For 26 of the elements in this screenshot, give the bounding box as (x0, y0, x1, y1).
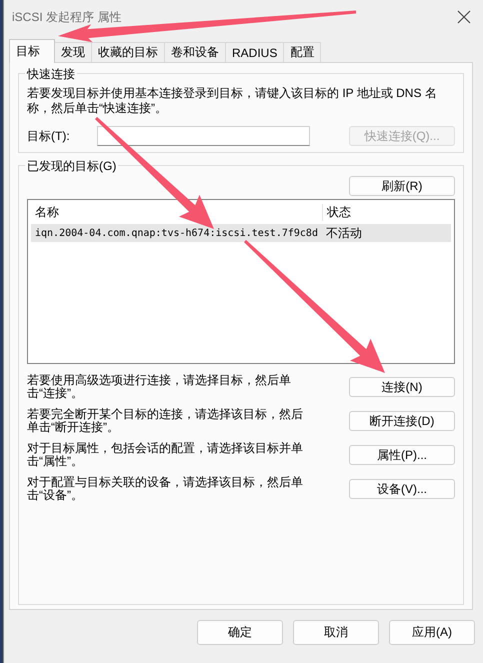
description-text: 对于配置与目标关联的设备，请选择该目标，然后单击“设备”。 (27, 476, 304, 502)
tab[interactable]: 配置 (283, 42, 322, 62)
tab[interactable]: 目标 (9, 39, 55, 63)
refresh-button[interactable]: 刷新(R) (349, 176, 455, 196)
column-header[interactable]: 名称 (31, 204, 322, 220)
table-cell-text: iqn.2004-04.com.qnap:tvs-h674:iscsi.test.7f9c8d (34, 228, 319, 238)
dialog-button[interactable]: 取消 (293, 620, 379, 645)
description-text: 对于目标属性，包括会话的配置，请选择该目标并单击“属性”。 (27, 442, 304, 468)
field-label: 目标(T): (27, 128, 71, 144)
action-button[interactable]: 属性(P)... (349, 445, 455, 465)
dialog-button[interactable]: 应用(A) (389, 620, 475, 645)
list-row[interactable]: iqn.2004-04.com.qnap:tvs-h674:iscsi.test.7f9c8d 不活动 (31, 224, 451, 242)
description-text: 若要完全断开某个目标的连接，请选择该目标，然后单击“断开连接”。 (27, 408, 304, 434)
close-icon[interactable] (457, 10, 471, 24)
column-header[interactable]: 状态 (322, 204, 451, 220)
action-button[interactable]: 断开连接(D) (349, 411, 455, 431)
action-button[interactable]: 设备(V)... (349, 479, 455, 499)
window-title: iSCSI 发起程序 属性 (12, 8, 122, 26)
group-title: 已发现的目标(G) (25, 158, 118, 175)
group-title: 快速连接 (25, 66, 77, 83)
action-button[interactable]: 连接(N) (349, 377, 455, 397)
description-text: 若要发现目标并使用基本连接登录到目标，请键入该目标的 IP 地址或 DNS 名称，然后单击“快速连接”。 (27, 86, 438, 116)
table-cell-text: 不活动 (325, 224, 363, 242)
description-text: 若要使用高级选项进行连接，请选择目标，然后单击“连接”。 (27, 374, 292, 400)
target-input-field[interactable] (97, 126, 310, 146)
dialog-button[interactable]: 确定 (197, 620, 283, 645)
